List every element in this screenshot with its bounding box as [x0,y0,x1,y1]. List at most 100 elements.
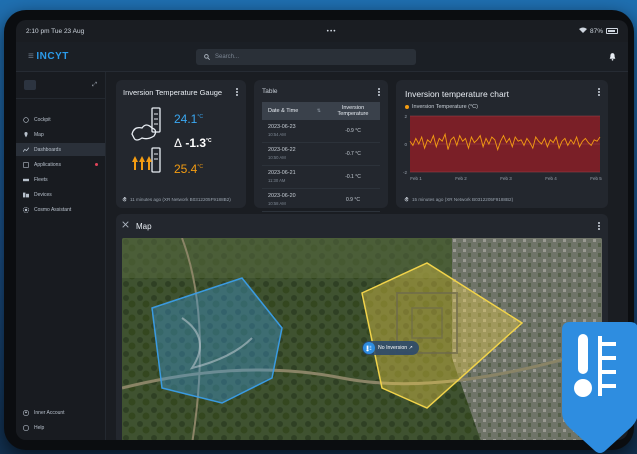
logo-text: INCYT [36,51,69,62]
line-chart[interactable]: 2 0 -2Feb 1 Feb 2 Feb 3 Feb 4 Feb 5 [396,110,608,194]
app-logo[interactable]: ≡ INCYT [28,51,196,62]
bottom-temperature: 25.4°C [174,162,203,176]
table-row[interactable]: 2023-06-21 11:30 AM -0.1 °C [262,166,380,189]
data-table: Date & Time ⇅ Inversion Temperature 2023-… [262,102,380,212]
table-title: Table [262,88,278,95]
gauge-updated-text: 11 minutes ago (XR Network B0312205F9188… [130,197,231,202]
multitask-dots[interactable]: ••• [327,28,337,35]
x-tick-label: Feb 3 [500,176,512,181]
map-title: Map [136,222,152,231]
row-time: 10:54 AM [268,132,286,137]
sidebar-item-account[interactable]: Inner Account [16,406,105,419]
refresh-icon[interactable] [404,197,409,202]
table-row[interactable]: 2023-06-22 10:50 AM -0.7 °C [262,143,380,166]
sidebar-item-map[interactable]: Map [16,128,105,141]
gauge-footer: 11 minutes ago (XR Network B0312205F9188… [122,197,231,202]
satellite-map[interactable]: No Inversion ↗ [122,238,602,440]
sidebar-item-label: Map [34,131,44,138]
sidebar-item-applications[interactable]: Applications [16,158,105,171]
row-value: -0.7 °C [345,151,361,157]
x-tick-label: Feb 1 [410,176,422,181]
dashboard-main: Inversion Temperature Gauge 24.1°C Δ -1.… [106,72,628,440]
row-time: 10:58 AM [268,201,286,206]
close-icon[interactable] [122,221,129,228]
chart-updated-text: 15 minutes ago (XR Network B0312205F9188… [412,197,514,202]
wifi-icon [578,27,587,35]
screen: 2:10 pm Tue 23 Aug ••• 87% ≡ INCYT Search… [16,20,628,440]
column-header-temperature[interactable]: Inversion Temperature [326,105,380,117]
x-tick-label: Feb 2 [455,176,467,181]
delta-temperature: Δ -1.3°C [174,136,212,150]
row-time: 10:50 AM [268,155,286,160]
sidebar-item-label: Cockpit [34,116,51,123]
map-card: Map No Inversion ↗ [116,214,608,440]
fleet-icon [23,178,29,181]
gauge-menu-icon[interactable] [236,88,238,96]
legend-swatch [405,105,409,109]
tablet-frame: 2:10 pm Tue 23 Aug ••• 87% ≡ INCYT Search… [4,10,634,450]
table-menu-icon[interactable] [378,88,380,96]
x-tick-label: Feb 4 [545,176,557,181]
battery-icon [606,28,618,34]
battery-level: 87% [589,27,603,35]
row-date: 2023-06-20 [268,193,296,199]
sidebar-item-label: Dashboards [34,146,61,153]
sidebar-item-label: Devices [34,191,52,198]
sidebar-item-dashboards[interactable]: Dashboards [16,143,105,156]
sidebar-item-devices[interactable]: Devices [16,188,105,201]
sidebar-item-cosmo-assistant[interactable]: Cosmo Assistant [16,203,105,216]
compass-icon [23,116,29,123]
row-time: 11:30 AM [268,178,286,183]
row-date: 2023-06-23 [268,124,296,130]
gauge-card: Inversion Temperature Gauge 24.1°C Δ -1.… [116,80,246,208]
menu-icon[interactable]: ≡ [28,51,34,62]
inversion-app-badge-icon [562,322,637,453]
x-tick-label: Feb 5 [590,176,602,181]
y-tick-label: 2 [404,114,407,119]
search-input[interactable]: Search... [196,48,416,65]
sidebar-item-label: Inner Account [34,409,65,416]
inversion-sensor-icon [131,107,161,173]
org-switcher[interactable]: ⤢ [16,72,105,99]
row-date: 2023-06-22 [268,147,296,153]
sidebar-footer: Inner Account Help [16,404,105,434]
refresh-icon[interactable] [122,197,127,202]
row-value: -0.1 °C [345,174,361,180]
sidebar-item-label: Applications [34,161,61,168]
account-icon [23,409,29,416]
top-temperature: 24.1°C [174,112,203,126]
gauge-title: Inversion Temperature Gauge [123,88,223,97]
table-row[interactable]: 2023-06-23 10:54 AM -0.9 °C [262,120,380,143]
org-avatar [24,80,36,90]
chart-footer: 15 minutes ago (XR Network B0312205F9188… [404,197,513,202]
map-pin-icon [24,131,28,137]
sensor-pin-icon [363,342,375,354]
table-header: Date & Time ⇅ Inversion Temperature [262,102,380,120]
sidebar-item-help[interactable]: Help [16,421,105,434]
sidebar-item-cockpit[interactable]: Cockpit [16,113,105,126]
y-tick-label: 0 [404,142,407,147]
chart-menu-icon[interactable] [598,88,600,96]
sidebar-item-label: Fleets [34,176,48,183]
app-top-bar: ≡ INCYT Search... [16,42,628,72]
map-pin[interactable]: No Inversion ↗ [362,341,419,355]
sidebar-item-label: Cosmo Assistant [34,206,72,213]
devices-icon [23,192,29,197]
assistant-icon [23,206,29,213]
alert-dot [95,163,98,166]
map-imagery [122,238,602,440]
search-icon [204,53,210,60]
org-expand-icon[interactable]: ⤢ [92,82,97,89]
column-header-date[interactable]: Date & Time ⇅ [262,108,326,114]
table-row[interactable]: 2023-06-20 10:58 AM 0.9 °C [262,189,380,212]
sidebar-item-fleets[interactable]: Fleets [16,173,105,186]
help-icon [23,424,29,431]
row-date: 2023-06-21 [268,170,296,176]
bell-icon[interactable] [609,48,616,66]
chart-title: Inversion temperature chart [405,89,509,99]
sort-icon[interactable]: ⇅ [317,108,321,114]
sidebar: ⤢ Cockpit Map Dashboards Applications Fl… [16,72,106,440]
status-bar: 2:10 pm Tue 23 Aug ••• 87% [16,20,628,42]
map-menu-icon[interactable] [598,222,600,230]
row-value: 0.9 °C [346,197,360,203]
